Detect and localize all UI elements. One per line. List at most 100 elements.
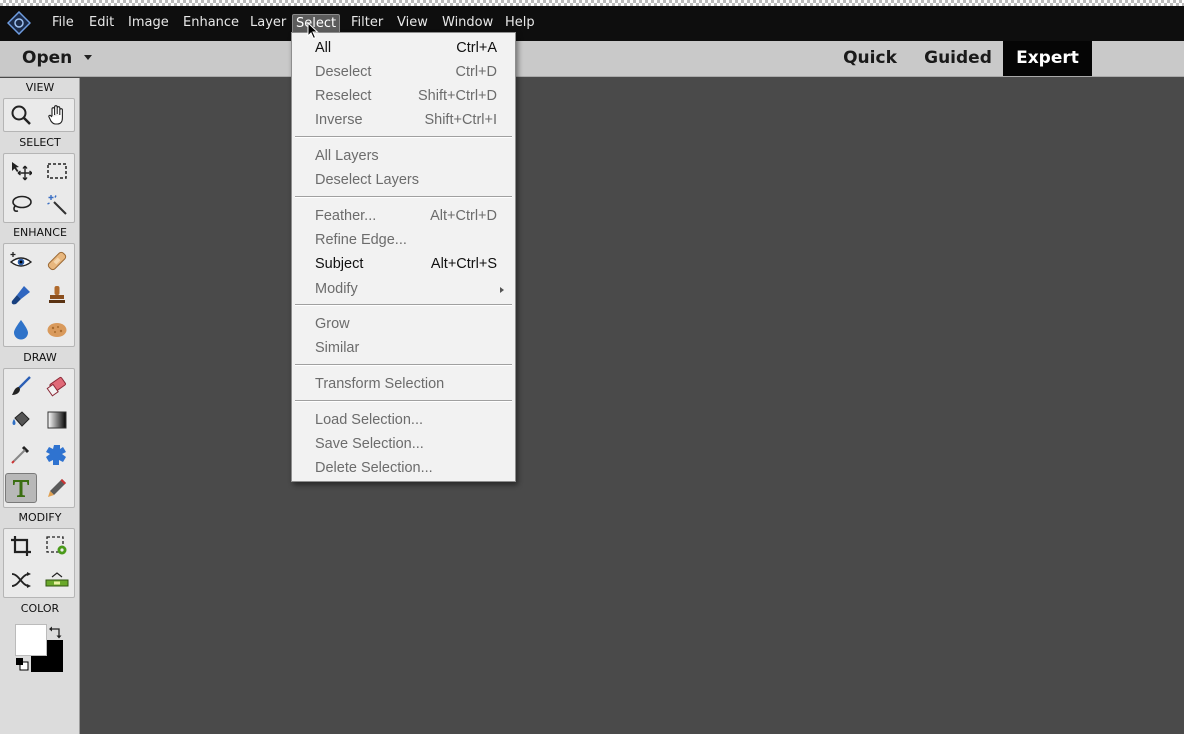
menu-window[interactable]: Window xyxy=(439,14,496,34)
menu-item-refine-edge[interactable]: Refine Edge... xyxy=(292,229,515,251)
menu-filter[interactable]: Filter xyxy=(348,14,386,34)
menu-item-all[interactable]: All Ctrl+A xyxy=(292,37,515,59)
stamp-icon xyxy=(46,284,68,306)
section-label-select: SELECT xyxy=(19,136,61,149)
brush-tool[interactable] xyxy=(5,371,37,401)
blur-tool[interactable] xyxy=(5,314,37,344)
menu-item-label: Inverse xyxy=(315,112,363,128)
quick-selection-tool[interactable] xyxy=(41,190,73,220)
menu-image[interactable]: Image xyxy=(125,14,172,34)
menu-item-label: Save Selection... xyxy=(315,436,424,452)
custom-shape-tool[interactable] xyxy=(41,439,73,469)
menu-item-inverse[interactable]: Inverse Shift+Ctrl+I xyxy=(292,109,515,131)
smart-brush-icon xyxy=(10,284,32,306)
open-button[interactable]: Open xyxy=(22,48,72,68)
eraser-tool[interactable] xyxy=(41,371,73,401)
straighten-tool[interactable] xyxy=(41,565,73,595)
menu-item-transform-selection[interactable]: Transform Selection xyxy=(292,373,515,395)
level-icon xyxy=(45,569,69,591)
menu-item-label: Refine Edge... xyxy=(315,232,407,248)
menu-item-label: Modify xyxy=(315,281,358,297)
zoom-tool[interactable] xyxy=(5,100,37,130)
spot-healing-brush-tool[interactable] xyxy=(41,246,73,276)
paint-bucket-tool[interactable] xyxy=(5,405,37,435)
menu-item-shortcut: Ctrl+A xyxy=(456,40,497,56)
menu-help[interactable]: Help xyxy=(502,14,538,34)
menu-item-shortcut: Shift+Ctrl+I xyxy=(424,112,497,128)
menu-item-shortcut: Shift+Ctrl+D xyxy=(418,88,497,104)
eyedropper-tool[interactable] xyxy=(5,439,37,469)
horizontal-type-tool[interactable] xyxy=(5,473,37,503)
smart-brush-tool[interactable] xyxy=(5,280,37,310)
menu-edit[interactable]: Edit xyxy=(86,14,117,34)
paint-bucket-icon xyxy=(10,409,32,431)
menu-item-label: Load Selection... xyxy=(315,412,424,428)
move-tool[interactable] xyxy=(5,156,37,186)
submenu-arrow-icon xyxy=(500,287,504,293)
recompose-tool[interactable] xyxy=(41,531,73,561)
puzzle-shape-icon xyxy=(46,443,68,465)
menu-item-shortcut: Alt+Ctrl+S xyxy=(430,256,497,272)
menu-item-shortcut: Ctrl+D xyxy=(455,64,498,80)
lasso-tool[interactable] xyxy=(5,190,37,220)
menu-item-label: Subject xyxy=(315,256,364,272)
menu-item-modify[interactable]: Modify xyxy=(292,278,515,300)
tool-group-draw xyxy=(3,368,75,508)
gradient-tool[interactable] xyxy=(41,405,73,435)
menu-layer[interactable]: Layer xyxy=(247,14,289,34)
menu-separator xyxy=(295,136,512,138)
tab-quick[interactable]: Quick xyxy=(834,41,906,76)
default-colors-icon[interactable] xyxy=(15,656,29,675)
menu-item-shortcut: Alt+Ctrl+D xyxy=(430,208,497,224)
content-aware-move-tool[interactable] xyxy=(5,565,37,595)
tool-group-view xyxy=(3,98,75,132)
tool-group-modify xyxy=(3,528,75,598)
menu-item-label: Deselect xyxy=(315,64,372,80)
menu-item-grow[interactable]: Grow xyxy=(292,313,515,335)
menu-item-label: Similar xyxy=(315,340,360,356)
menu-item-save-selection[interactable]: Save Selection... xyxy=(292,433,515,455)
menu-item-similar[interactable]: Similar xyxy=(292,337,515,359)
tool-group-select xyxy=(3,153,75,223)
clone-stamp-tool[interactable] xyxy=(41,280,73,310)
menu-item-reselect[interactable]: Reselect Shift+Ctrl+D xyxy=(292,85,515,107)
pencil-tool[interactable] xyxy=(41,473,73,503)
paintbrush-icon xyxy=(10,375,32,397)
menu-item-subject[interactable]: Subject Alt+Ctrl+S xyxy=(292,253,515,275)
pencil-icon xyxy=(46,477,68,499)
menu-item-all-layers[interactable]: All Layers xyxy=(292,145,515,167)
tab-guided[interactable]: Guided xyxy=(918,41,998,76)
menu-item-load-selection[interactable]: Load Selection... xyxy=(292,409,515,431)
menu-separator xyxy=(295,196,512,198)
bandage-icon xyxy=(46,250,68,272)
hand-tool[interactable] xyxy=(41,100,73,130)
lasso-icon xyxy=(10,194,32,216)
menu-file[interactable]: File xyxy=(49,14,77,34)
menu-item-delete-selection[interactable]: Delete Selection... xyxy=(292,457,515,479)
sponge-icon xyxy=(46,318,68,340)
eye-icon xyxy=(9,250,33,272)
menu-enhance[interactable]: Enhance xyxy=(180,14,242,34)
sponge-tool[interactable] xyxy=(41,314,73,344)
crop-tool[interactable] xyxy=(5,531,37,561)
menu-item-deselect-layers[interactable]: Deselect Layers xyxy=(292,169,515,191)
app-logo-icon xyxy=(6,10,32,36)
section-label-enhance: ENHANCE xyxy=(13,226,67,239)
foreground-color-swatch[interactable] xyxy=(15,624,47,656)
menu-view[interactable]: View xyxy=(394,14,431,34)
tab-expert[interactable]: Expert xyxy=(1003,41,1092,76)
open-dropdown-chevron-icon[interactable] xyxy=(84,55,92,60)
menubar: File Edit Image Enhance Layer Select Fil… xyxy=(0,6,1184,41)
menu-item-deselect[interactable]: Deselect Ctrl+D xyxy=(292,61,515,83)
crop-icon xyxy=(10,535,32,557)
shuffle-arrows-icon xyxy=(10,569,32,591)
section-label-modify: MODIFY xyxy=(18,511,62,524)
red-eye-removal-tool[interactable] xyxy=(5,246,37,276)
menu-item-feather[interactable]: Feather... Alt+Ctrl+D xyxy=(292,205,515,227)
rectangular-marquee-tool[interactable] xyxy=(41,156,73,186)
tool-group-enhance xyxy=(3,243,75,347)
type-t-icon xyxy=(10,477,32,499)
section-label-view: VIEW xyxy=(25,81,55,94)
menu-separator xyxy=(295,304,512,306)
menu-item-label: Feather... xyxy=(315,208,377,224)
